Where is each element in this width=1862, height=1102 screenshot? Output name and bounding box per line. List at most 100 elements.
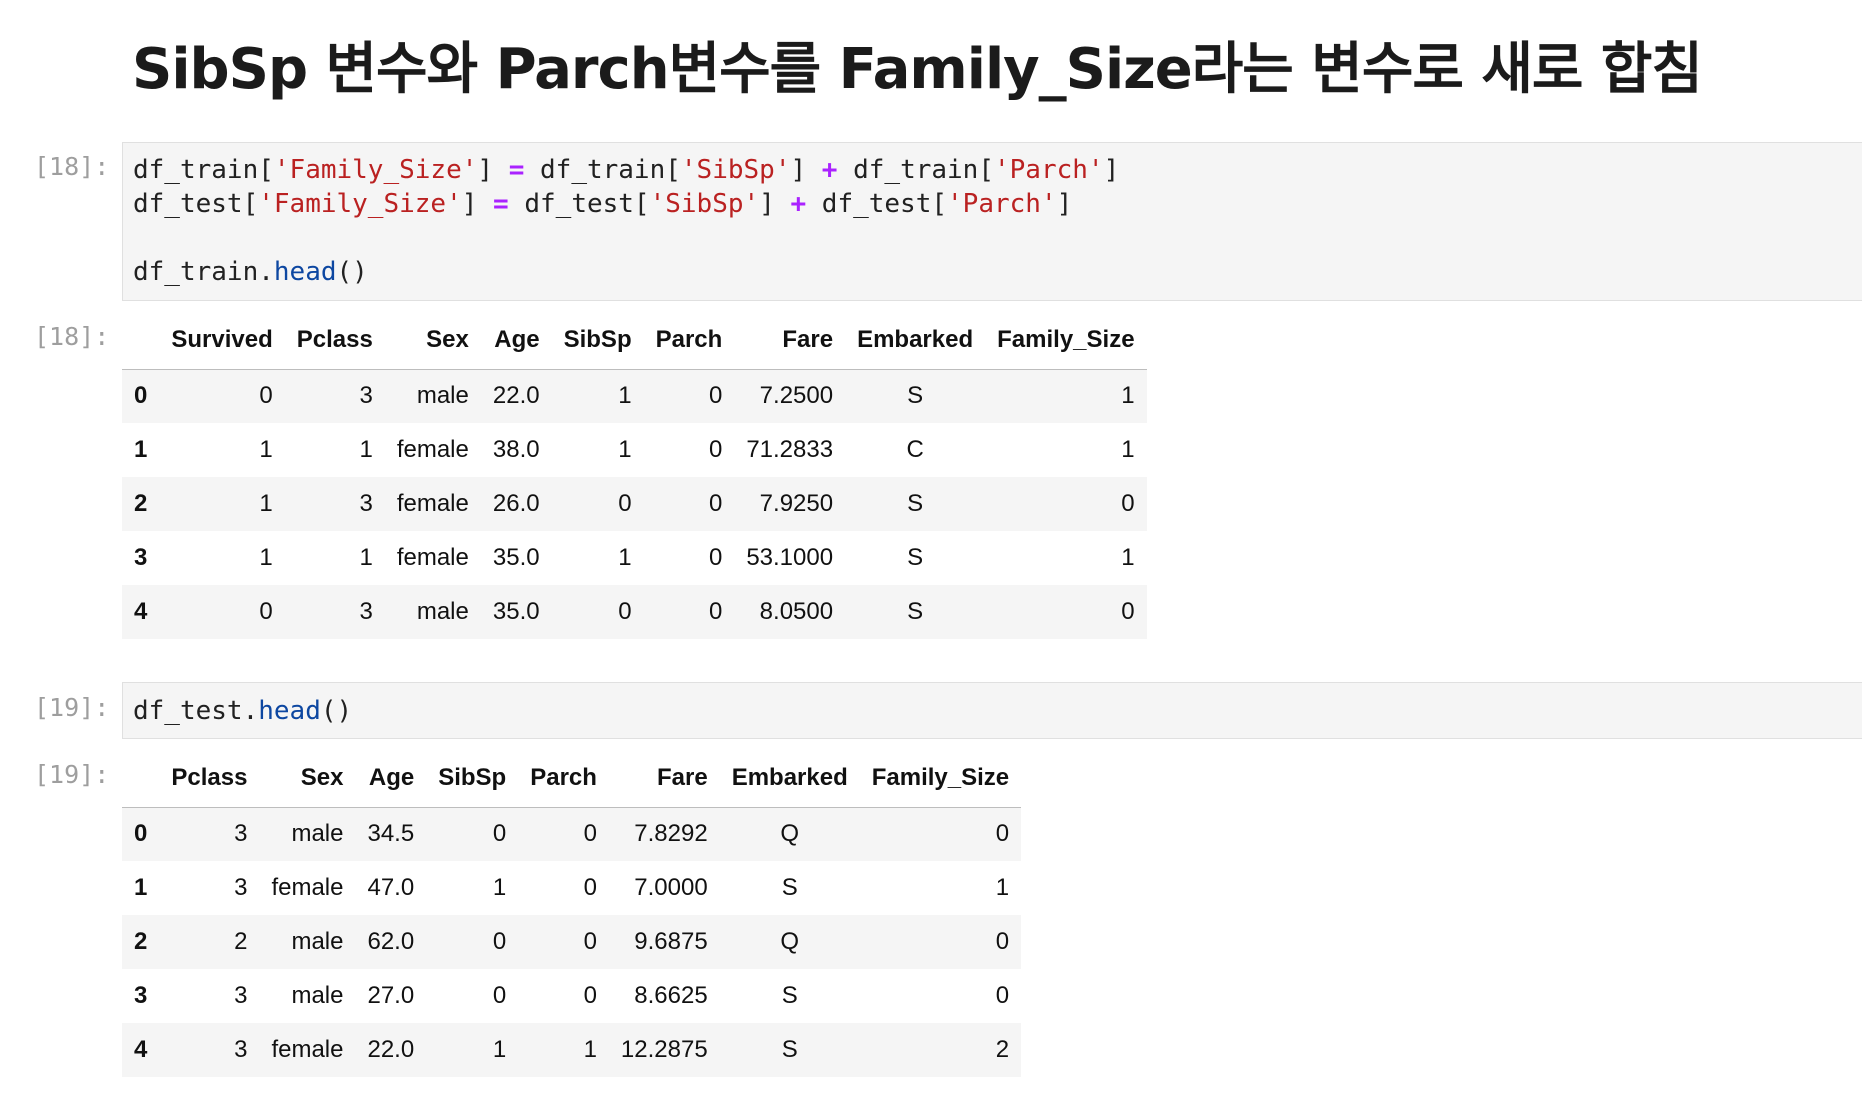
input-prompt-19: [19]: (34, 693, 110, 722)
index-header (122, 750, 160, 808)
row-index: 0 (134, 820, 148, 848)
code-cell-19[interactable]: df_test.head() (122, 682, 1862, 739)
table-cell: 1 (259, 436, 273, 463)
table-cell: S (781, 874, 798, 901)
table-cell: 0 (492, 982, 507, 1009)
table-cell: 1 (1121, 382, 1135, 410)
table-cell: 1 (583, 1036, 597, 1063)
table-cell: male (416, 598, 469, 625)
table-cell: female (271, 1036, 344, 1063)
column-header: Family_Size (859, 750, 1022, 808)
table-cell: 7.2500 (759, 382, 834, 410)
table-cell: 3 (359, 490, 373, 517)
table-cell: S (907, 382, 924, 410)
table-row: 0 0 3 male 22.0 1 0 7.2500 S 1 (122, 369, 1147, 423)
table-cell: 1 (1121, 544, 1135, 571)
table-cell: 0 (583, 928, 597, 955)
table-row: 2 1 3 female 26.0 0 0 7.9250 S 0 (122, 477, 1147, 531)
table-cell: 1 (618, 436, 632, 463)
row-index: 0 (134, 382, 148, 410)
table-cell: 62.0 (367, 928, 415, 955)
table-cell: 26.0 (492, 490, 540, 517)
table-cell: male (291, 820, 344, 848)
table-row: 2 2 male 62.0 0 0 9.6875 Q 0 (122, 915, 1022, 969)
table-cell: 7.9250 (759, 490, 834, 517)
dataframe-output-train: Survived Pclass Sex Age SibSp Parch Fare Embark… (122, 312, 1147, 639)
column-header: Fare (608, 750, 720, 808)
table-header-row: Pclass Sex Age SibSp Parch Fare Embarked Family… (122, 750, 1022, 808)
table-cell: 3 (359, 382, 373, 410)
table-cell: 7.8292 (634, 820, 708, 848)
table-cell: 71.2833 (746, 436, 834, 463)
row-index: 4 (134, 1036, 148, 1063)
table-cell: 0 (708, 382, 723, 410)
table-cell: 38.0 (492, 436, 540, 463)
table-cell: 8.6625 (634, 982, 708, 1009)
table-cell: 1 (492, 1036, 507, 1063)
column-header: Fare (734, 312, 846, 370)
table-cell: 0 (259, 382, 273, 410)
table-cell: 47.0 (367, 874, 415, 901)
table-cell: 27.0 (367, 982, 415, 1009)
table-cell: 2 (234, 928, 248, 955)
table-cell: 1 (618, 544, 632, 571)
table-cell: 1 (259, 544, 273, 571)
table-cell: female (396, 490, 469, 517)
table-cell: 1 (995, 874, 1010, 901)
table-cell: 0 (1121, 598, 1135, 625)
column-header: Embarked (719, 750, 860, 808)
column-header: Parch (643, 312, 735, 370)
table-cell: 3 (234, 820, 248, 848)
table-cell: 1 (259, 490, 273, 517)
table-cell: 7.0000 (634, 874, 708, 901)
table-cell: 22.0 (492, 382, 540, 410)
table-cell: 0 (995, 982, 1010, 1009)
table-cell: 3 (234, 982, 248, 1009)
table-cell: male (291, 982, 344, 1009)
table-header-row: Survived Pclass Sex Age SibSp Parch Fare Embark… (122, 312, 1147, 370)
table-cell: 34.5 (367, 820, 415, 848)
table-cell: 0 (708, 598, 723, 625)
table-cell: S (781, 1036, 798, 1063)
code-line: df_test['Family_Size'] = df_test['SibSp'… (133, 189, 1073, 219)
table-cell: S (781, 982, 798, 1009)
table-cell: 1 (359, 436, 373, 463)
column-header: SibSp (551, 312, 644, 370)
input-prompt-18: [18]: (34, 152, 110, 181)
output-prompt-19: [19]: (34, 760, 110, 789)
column-header: Embarked (845, 312, 986, 370)
column-header: Survived (159, 312, 285, 370)
table-cell: 53.1000 (746, 544, 834, 571)
table-cell: female (271, 874, 344, 901)
table-cell: 35.0 (492, 598, 540, 625)
code-cell-18[interactable]: df_train['Family_Size'] = df_train['SibS… (122, 142, 1862, 301)
table-cell: 0 (583, 820, 597, 848)
table-cell: 0 (708, 436, 723, 463)
table-cell: 2 (995, 1036, 1010, 1063)
table-cell: 0 (708, 490, 723, 517)
table-cell: C (906, 436, 924, 463)
table-cell: 35.0 (492, 544, 540, 571)
table-cell: 0 (1121, 490, 1135, 517)
table-cell: 8.0500 (759, 598, 834, 625)
table-cell: 0 (492, 820, 507, 848)
table-cell: 0 (259, 598, 273, 625)
table-cell: 1 (618, 382, 632, 410)
table-row: 0 3 male 34.5 0 0 7.8292 Q 0 (122, 807, 1022, 861)
table-cell: 3 (359, 598, 373, 625)
table-cell: male (291, 928, 344, 955)
table-row: 3 1 1 female 35.0 1 0 53.1000 S 1 (122, 531, 1147, 585)
table-cell: 0 (583, 874, 597, 901)
column-header: Pclass (159, 750, 260, 808)
table-cell: 3 (234, 874, 248, 901)
code-line: df_test.head() (133, 696, 353, 726)
table-cell: 1 (1121, 436, 1135, 463)
row-index: 2 (134, 928, 148, 955)
column-header: Age (480, 312, 552, 370)
table-cell: 12.2875 (620, 1036, 708, 1063)
row-index: 3 (134, 982, 148, 1009)
table-cell: S (907, 598, 924, 625)
table-cell: 1 (359, 544, 373, 571)
table-cell: S (907, 490, 924, 517)
row-index: 1 (134, 436, 148, 463)
